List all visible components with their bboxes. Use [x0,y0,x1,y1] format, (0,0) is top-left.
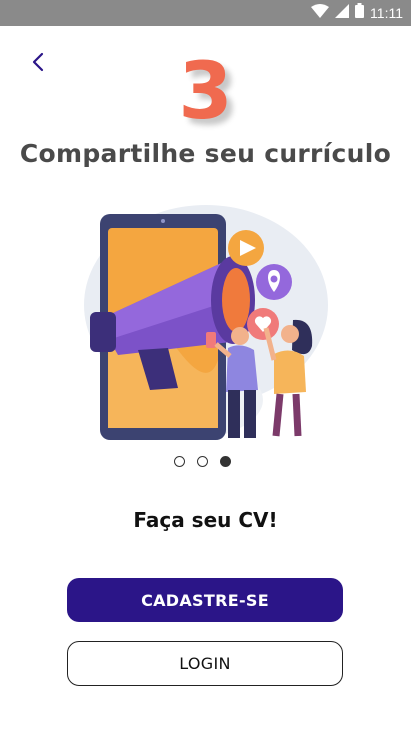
step-number: 3 [178,47,233,137]
status-bar: 11:11 [0,0,411,26]
onboarding-screen: 11:11 3 Compartilhe seu currículo Faça s… [0,0,411,733]
signup-button[interactable]: CADASTRE-SE [67,578,343,622]
page-indicator [174,456,231,467]
subtitle: Faça seu CV! [133,508,278,532]
signal-icon [335,3,350,23]
battery-icon [355,3,365,23]
status-icons: 11:11 [311,3,403,23]
status-time: 11:11 [370,5,403,21]
pager-dot[interactable] [174,456,185,467]
wifi-icon [311,3,330,23]
pager-dot-active[interactable] [220,456,231,467]
login-button[interactable]: LOGIN [67,641,343,686]
megaphone-illustration [84,205,328,440]
page-title: Compartilhe seu currículo [19,139,392,168]
pager-dot[interactable] [197,456,208,467]
